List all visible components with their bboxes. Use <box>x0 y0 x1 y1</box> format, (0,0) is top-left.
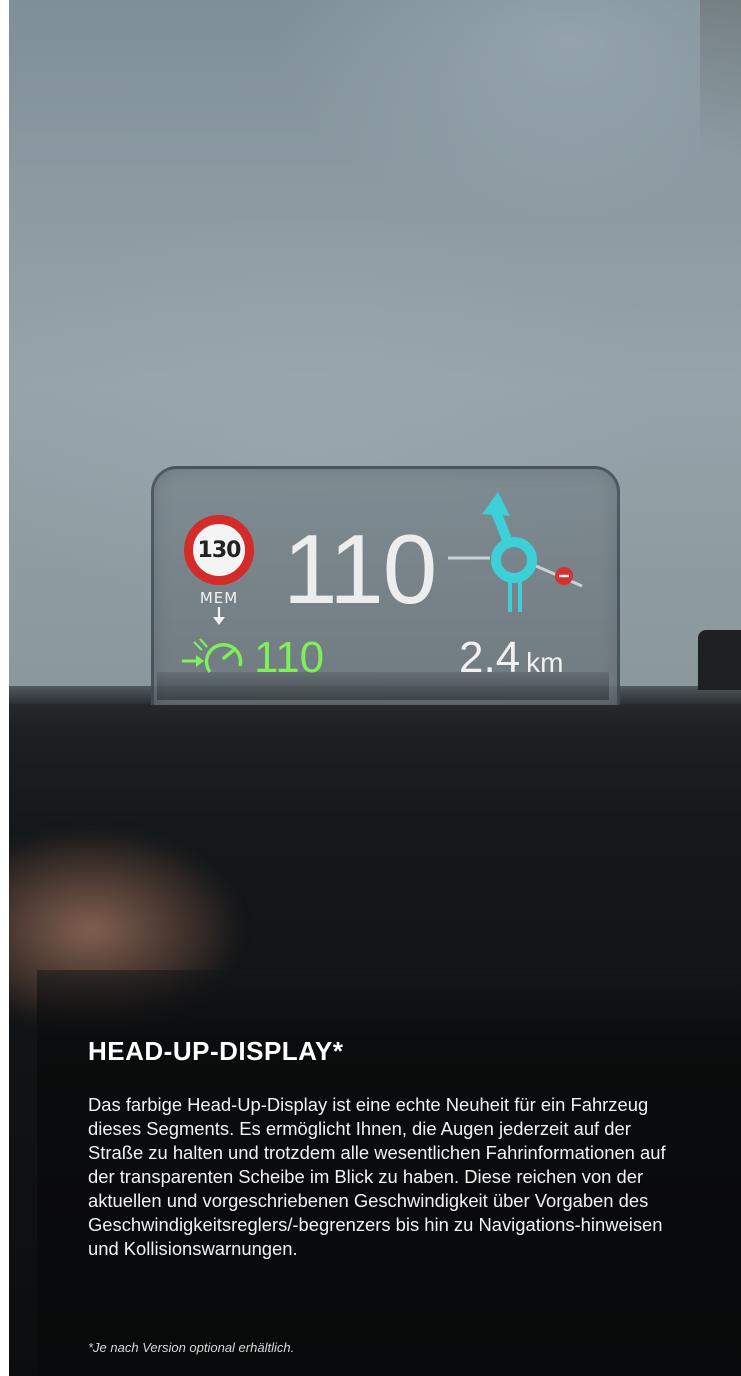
cruise-control-icon <box>182 638 243 674</box>
a-pillar-blur <box>700 0 741 160</box>
distance-value: 2.4 <box>459 633 521 682</box>
photo-frame: 130 MEM 110 110 2.4 km HEAD-UP-DISPLAY* D… <box>0 0 741 1376</box>
current-speed: 110 <box>283 514 437 624</box>
distance-unit: km <box>526 647 564 678</box>
speed-limit-value: 130 <box>197 537 242 563</box>
air-vent <box>698 630 741 690</box>
memory-arrow-icon <box>213 607 225 625</box>
footnote: *Je nach Version optional erhältlich. <box>88 1340 295 1355</box>
section-title: HEAD-UP-DISPLAY* <box>88 1036 344 1066</box>
left-page-margin <box>0 0 9 1376</box>
distance-to-turn: 2.4 km <box>459 636 564 680</box>
section-body: Das farbige Head-Up-Display ist eine ech… <box>88 1094 666 1259</box>
speed-limit-sign-icon: 130 <box>184 515 254 585</box>
roundabout-navigation-icon <box>448 492 583 612</box>
cruise-control-speed: 110 <box>254 633 325 682</box>
